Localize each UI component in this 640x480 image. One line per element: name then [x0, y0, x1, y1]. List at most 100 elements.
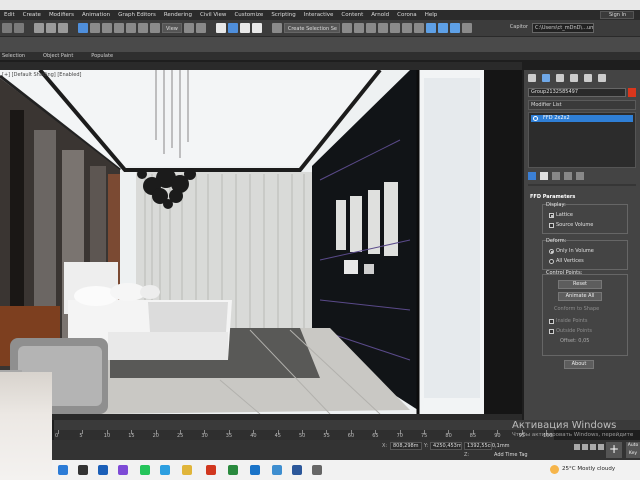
link-icon[interactable] — [34, 23, 44, 33]
track-bar[interactable]: 0 5 10 15 20 25 30 35 40 45 50 55 60 65 70 75 80 85 90 95 10… — [54, 430, 554, 440]
weather-icon[interactable] — [550, 465, 559, 474]
display-tab-icon[interactable] — [584, 74, 592, 82]
offset-spinner[interactable]: Offset: 0,05 — [560, 338, 589, 344]
chrome-icon[interactable] — [228, 465, 238, 475]
select-manipulate-icon[interactable] — [195, 23, 206, 33]
material-editor-icon[interactable] — [413, 23, 424, 33]
menu-civil-view[interactable]: Civil View — [196, 12, 230, 18]
search-icon[interactable] — [78, 465, 88, 475]
next-frame-icon[interactable] — [598, 444, 604, 450]
show-end-result-icon[interactable] — [540, 172, 548, 180]
task-view-icon[interactable] — [98, 465, 108, 475]
teams-icon[interactable] — [118, 465, 128, 475]
move-icon[interactable] — [126, 23, 136, 33]
angle-snap-icon[interactable] — [227, 23, 238, 33]
object-color-swatch[interactable] — [628, 88, 636, 97]
named-selection-set-dropdown[interactable]: Create Selection Se — [283, 23, 340, 33]
motion-tab-icon[interactable] — [570, 74, 578, 82]
animate-all-button[interactable]: Animate All — [558, 292, 602, 301]
about-button[interactable]: About — [564, 360, 594, 369]
reset-button[interactable]: Reset — [558, 280, 602, 289]
menu-modifiers[interactable]: Modifiers — [45, 12, 78, 18]
menu-animation[interactable]: Animation — [78, 12, 114, 18]
make-unique-icon[interactable] — [552, 172, 560, 180]
create-tab-icon[interactable] — [528, 74, 536, 82]
z-coordinate-field-visible[interactable]: 1392,55cm — [464, 442, 492, 450]
menu-rendering[interactable]: Rendering — [160, 12, 196, 18]
inside-points-checkbox[interactable]: Inside Points — [549, 318, 588, 324]
x-coordinate-field[interactable]: 808,298m — [390, 442, 422, 450]
tab-selection[interactable]: Selection — [2, 53, 25, 59]
outside-points-checkbox[interactable]: Outside Points — [549, 328, 592, 334]
percent-snap-icon[interactable] — [239, 23, 250, 33]
rendered-frame-window-icon[interactable] — [437, 23, 448, 33]
mirror-icon[interactable] — [341, 23, 352, 33]
select-object-icon[interactable] — [78, 23, 88, 33]
remove-modifier-icon[interactable] — [564, 172, 572, 180]
go-to-start-icon[interactable] — [574, 444, 580, 450]
menu-interactive[interactable]: Interactive — [300, 12, 338, 18]
lattice-checkbox[interactable]: Lattice — [549, 212, 573, 218]
weather-readout[interactable]: 25°C Mostly cloudy — [562, 466, 615, 472]
modifier-list-dropdown[interactable]: Modifier List — [528, 100, 636, 110]
menu-content[interactable]: Content — [337, 12, 367, 18]
region-select-icon[interactable] — [102, 23, 112, 33]
redo-icon[interactable] — [14, 23, 24, 33]
eye-icon[interactable] — [533, 116, 538, 121]
whatsapp-icon[interactable] — [140, 465, 150, 475]
edit-named-selection-icon[interactable] — [271, 23, 282, 33]
3dsmax-icon[interactable] — [206, 465, 216, 475]
app-icon[interactable] — [312, 465, 322, 475]
window-crossing-icon[interactable] — [114, 23, 124, 33]
zoom-extents-icon[interactable]: + — [606, 442, 622, 458]
utilities-tab-icon[interactable] — [598, 74, 606, 82]
tab-populate[interactable]: Populate — [91, 53, 113, 59]
bind-spacewarp-icon[interactable] — [58, 23, 68, 33]
menu-graph-editors[interactable]: Graph Editors — [114, 12, 160, 18]
auto-key-button[interactable]: Auto Key — [626, 442, 640, 458]
render-setup-icon[interactable] — [425, 23, 436, 33]
project-path-field[interactable]: C:\Users\ct_mDnD\...ume — [532, 23, 594, 33]
curve-editor-icon[interactable] — [389, 23, 400, 33]
undo-icon[interactable] — [2, 23, 12, 33]
menu-create[interactable]: Create — [19, 12, 45, 18]
rotate-icon[interactable] — [138, 23, 148, 33]
render-in-cloud-icon[interactable] — [461, 23, 472, 33]
ffd-parameters-rollout[interactable]: FFD Parameters — [530, 194, 575, 200]
menu-scripting[interactable]: Scripting — [267, 12, 299, 18]
all-vertices-radio[interactable]: All Vertices — [549, 258, 584, 264]
menu-arnold[interactable]: Arnold — [367, 12, 393, 18]
render-icon[interactable] — [449, 23, 460, 33]
tab-object-paint[interactable]: Object Paint — [43, 53, 73, 59]
object-name-field[interactable]: Group2132585497 — [528, 88, 626, 97]
only-in-volume-radio[interactable]: Only In Volume — [549, 248, 594, 254]
word-icon[interactable] — [292, 465, 302, 475]
hierarchy-tab-icon[interactable] — [556, 74, 564, 82]
play-icon[interactable] — [590, 444, 596, 450]
menu-help[interactable]: Help — [421, 12, 442, 18]
y-coordinate-field[interactable]: 4250,453m — [430, 442, 462, 450]
menu-edit[interactable]: Edit — [0, 12, 19, 18]
source-volume-checkbox[interactable]: Source Volume — [549, 222, 593, 228]
menu-customize[interactable]: Customize — [230, 12, 267, 18]
add-time-tag-button[interactable]: Add Time Tag — [494, 452, 528, 458]
reference-coordinate-dropdown[interactable]: View — [162, 23, 182, 33]
file-explorer-icon[interactable] — [182, 465, 192, 475]
photoshop-icon[interactable] — [272, 465, 282, 475]
pivot-icon[interactable] — [183, 23, 194, 33]
modify-tab-icon[interactable] — [542, 74, 550, 82]
toggle-ribbon-icon[interactable] — [377, 23, 388, 33]
unlink-icon[interactable] — [46, 23, 56, 33]
menu-corona[interactable]: Corona — [393, 12, 421, 18]
perspective-viewport[interactable]: [+] [Default Shading] [Enabled] — [0, 70, 484, 414]
viewport-label[interactable]: [+] [Default Shading] [Enabled] — [2, 72, 81, 78]
spinner-snap-icon[interactable] — [251, 23, 262, 33]
modifier-stack-item[interactable]: FFD 2x2x2 — [531, 115, 633, 122]
previous-frame-icon[interactable] — [582, 444, 588, 450]
schematic-view-icon[interactable] — [401, 23, 412, 33]
align-icon[interactable] — [353, 23, 364, 33]
start-icon[interactable] — [58, 465, 68, 475]
snap-toggle-icon[interactable] — [215, 23, 226, 33]
sign-in-button[interactable]: Sign In — [600, 11, 634, 19]
layer-explorer-icon[interactable] — [365, 23, 376, 33]
